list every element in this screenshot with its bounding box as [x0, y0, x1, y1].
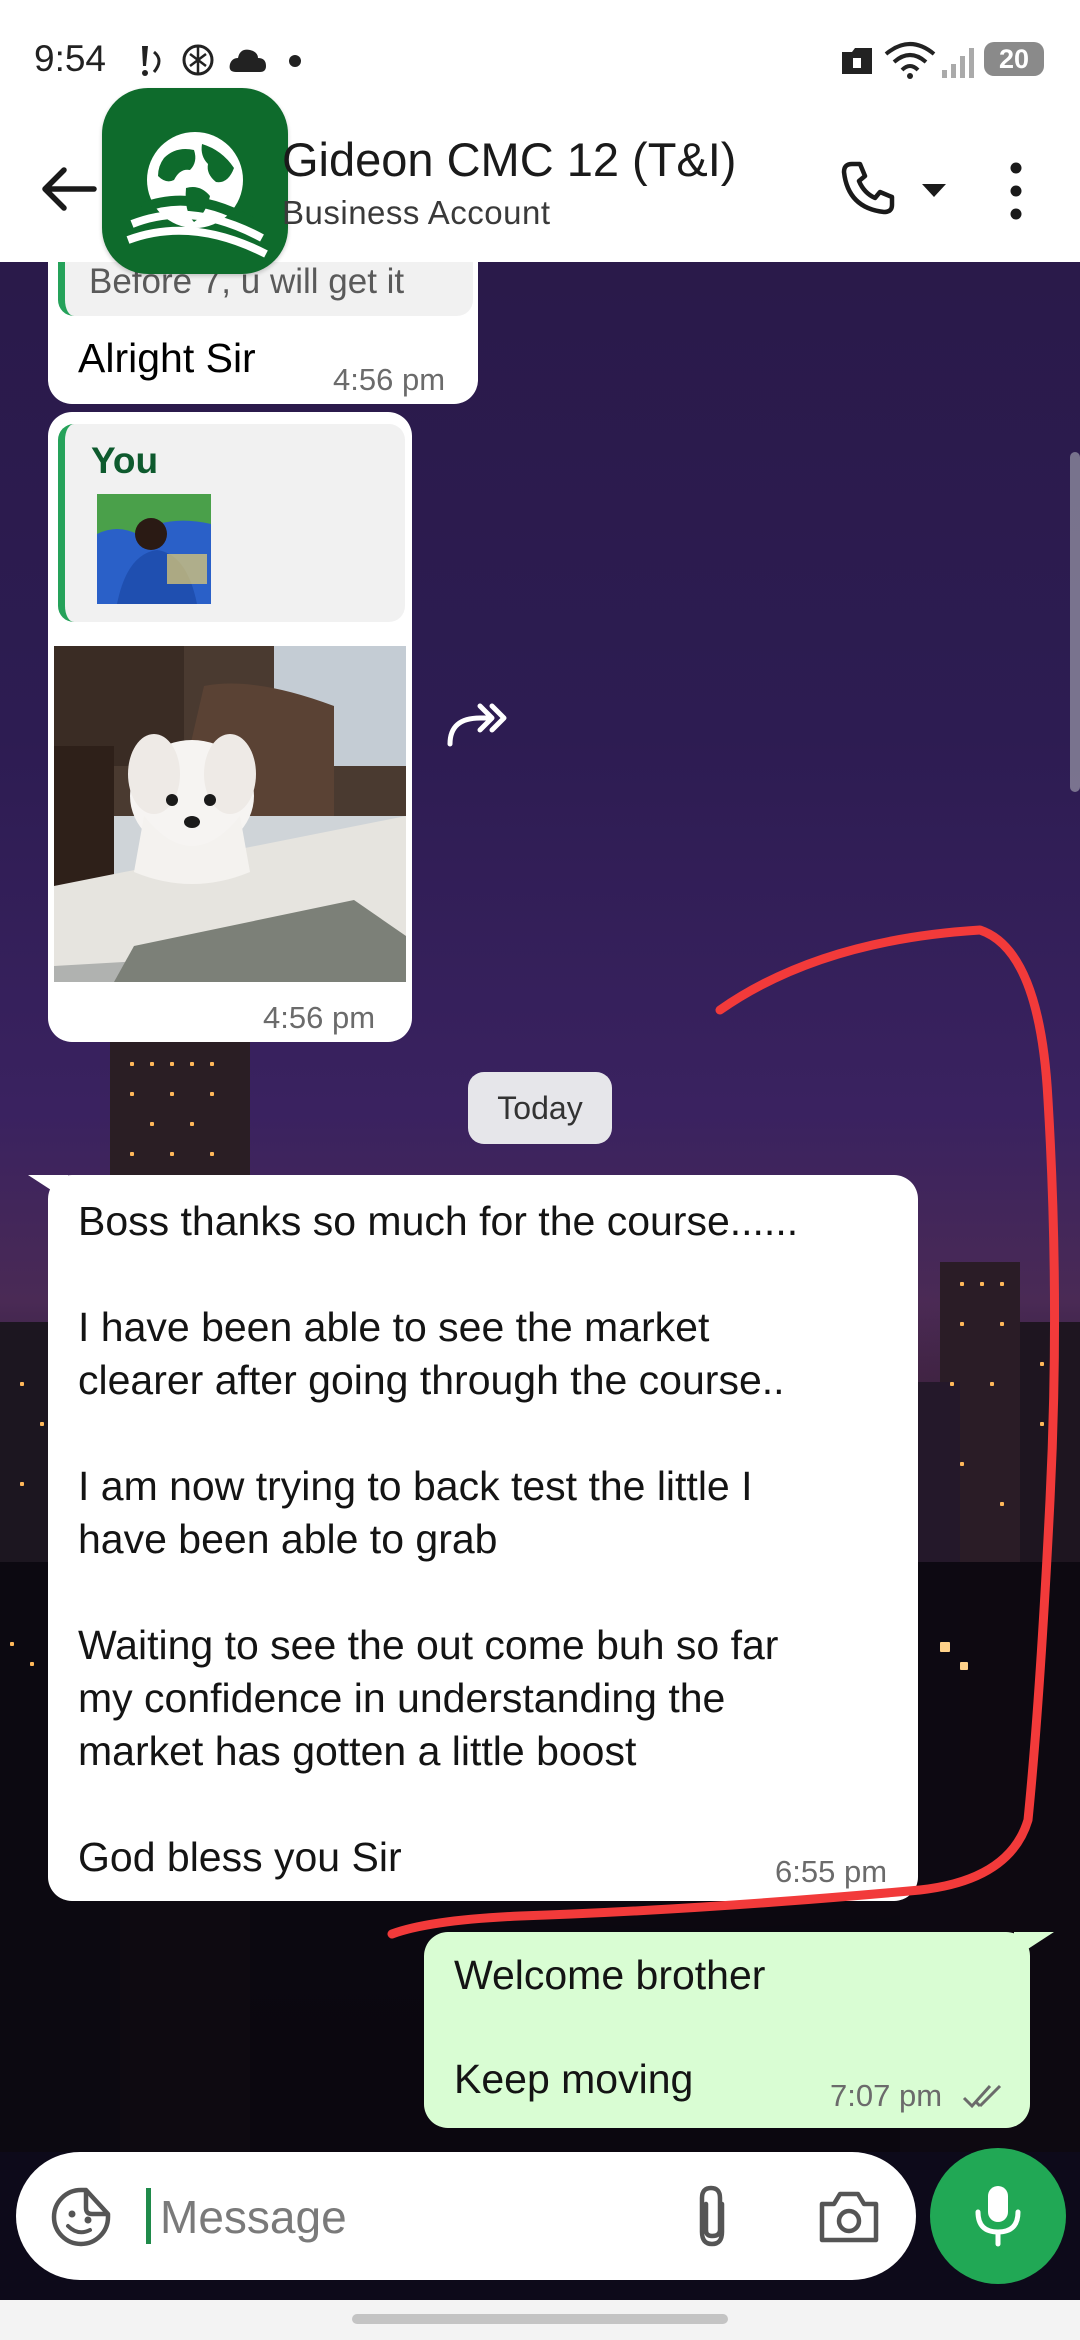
message-line: Waiting to see the out come buh so far [78, 1622, 779, 1668]
status-time: 9:54 [34, 38, 107, 79]
vpn-icon [842, 48, 872, 74]
reply-quote-card[interactable]: You [58, 424, 405, 622]
message-line: God bless you Sir [78, 1834, 402, 1880]
dropdown-icon [922, 184, 946, 197]
avatar[interactable] [102, 88, 288, 274]
contact-name[interactable]: Gideon CMC 12 (T&I) [282, 132, 736, 187]
battery-level: 20 [998, 44, 1030, 74]
message-time: 4:56 pm [263, 1000, 376, 1035]
wifi-icon [884, 42, 936, 79]
message-line: I am now trying to back test the little … [78, 1463, 753, 1509]
battery-icon: 20 [984, 42, 1044, 76]
forward-icon[interactable] [446, 700, 508, 750]
message-composer [16, 2152, 916, 2280]
globe-logo-icon [126, 132, 268, 258]
message-line: Welcome brother [454, 1952, 766, 1998]
message-line: Boss thanks so much for the course...... [78, 1198, 799, 1244]
gesture-nav-bar [0, 2300, 1080, 2340]
image-attachment[interactable] [54, 646, 406, 982]
message-line: have been able to grab [78, 1516, 498, 1562]
home-indicator[interactable] [352, 2314, 728, 2324]
double-check-icon [962, 2084, 1002, 2109]
signal-icon [942, 48, 974, 78]
notification-icon [142, 46, 161, 76]
dot-icon [289, 55, 301, 67]
mic-icon [975, 2186, 1021, 2247]
message-time: 4:56 pm [333, 362, 446, 397]
contact-subtitle[interactable]: Business Account [282, 194, 551, 232]
message-input[interactable] [146, 2178, 682, 2256]
phone-icon [841, 161, 895, 215]
chatgpt-icon [182, 44, 214, 76]
message-line: clearer after going through the course.. [78, 1357, 785, 1403]
more-vert-icon[interactable] [996, 156, 1036, 226]
message-line: I have been able to see the market [78, 1304, 710, 1350]
message-bubble-outgoing[interactable]: Welcome brother Keep moving 7:07 pm [424, 1932, 1030, 2128]
reply-thumbnail [97, 494, 211, 604]
message-bubble-incoming[interactable]: Boss thanks so much for the course......… [48, 1175, 918, 1901]
date-divider: Today [468, 1072, 612, 1144]
message-time: 6:55 pm [775, 1854, 888, 1889]
message-text: Alright Sir [78, 335, 256, 381]
reply-author: You [91, 440, 159, 481]
quoted-message[interactable]: Before 7, u will get it [58, 262, 473, 316]
cloud-icon [229, 49, 266, 72]
back-arrow-icon[interactable] [38, 158, 100, 220]
message-line: market has gotten a little boost [78, 1728, 637, 1774]
camera-icon[interactable] [816, 2186, 882, 2248]
sticker-icon[interactable] [50, 2186, 112, 2248]
message-time: 7:07 pm [830, 2078, 943, 2113]
call-button[interactable] [838, 154, 948, 226]
scrollbar-thumb[interactable] [1070, 452, 1080, 792]
message-line: my confidence in understanding the [78, 1675, 726, 1721]
mic-button[interactable] [930, 2148, 1066, 2284]
message-line: Keep moving [454, 2056, 694, 2102]
chat-header: Gideon CMC 12 (T&I) Business Account [0, 88, 1080, 274]
attach-icon[interactable] [684, 2182, 744, 2252]
